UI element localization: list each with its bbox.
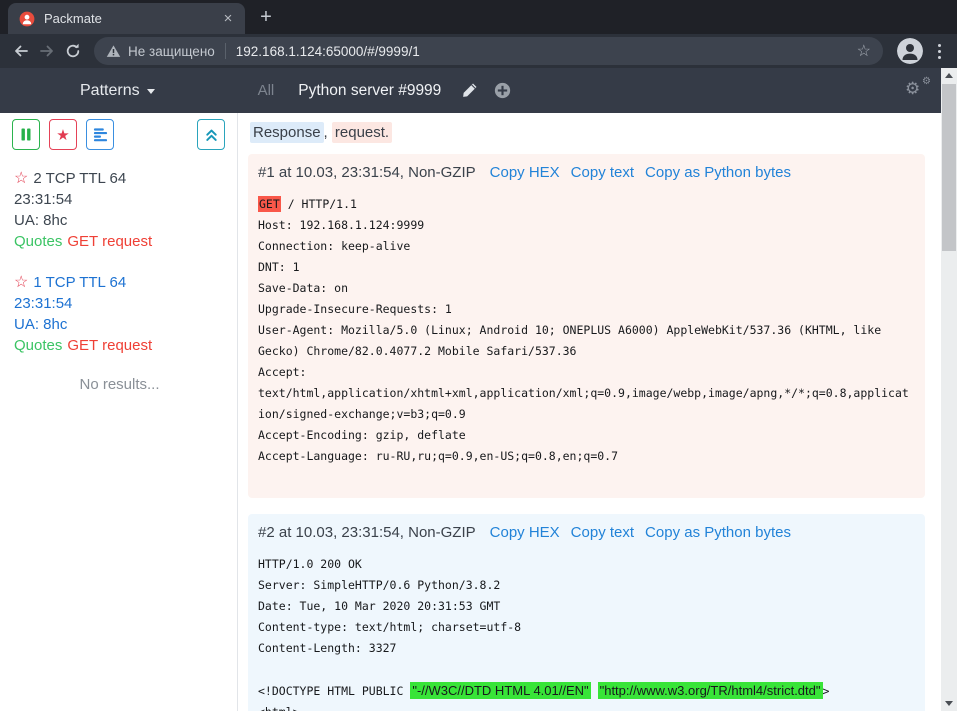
stream-title: ☆2 TCP TTL 64 — [14, 168, 225, 189]
packet-panel-response: #2 at 10.03, 23:31:54, Non-GZIP Copy HEX… — [248, 514, 925, 711]
bookmark-star-icon[interactable]: ☆ — [857, 41, 871, 61]
packet-header: #1 at 10.03, 23:31:54, Non-GZIP Copy HEX… — [258, 164, 915, 181]
favicon — [19, 11, 35, 27]
favorites-filter-button[interactable]: ★ — [49, 119, 77, 150]
scroll-up-arrow[interactable] — [941, 68, 957, 83]
url-divider — [225, 43, 226, 59]
stream-list: ☆2 TCP TTL 64 23:31:54 UA: 8hc Quotes GET… — [0, 150, 237, 393]
stream-entry-selected[interactable]: ☆1 TCP TTL 64 23:31:54 UA: 8hc Quotes GET… — [14, 272, 225, 356]
stream-tags: Quotes GET request — [14, 335, 225, 356]
pattern-tag-get-request: GET request — [67, 233, 152, 250]
gear-icon: ⚙ — [905, 80, 920, 97]
browser-tab-strip: Packmate × + — [0, 0, 957, 34]
page-scrollbar[interactable] — [941, 68, 957, 711]
star-icon: ★ — [56, 126, 69, 144]
triangle-down-icon — [945, 701, 953, 706]
packet-panel-request: #1 at 10.03, 23:31:54, Non-GZIP Copy HEX… — [248, 154, 925, 498]
tab-title: Packmate — [44, 11, 219, 26]
app-navbar: Patterns All Python server #9999 ⚙ ⚙ — [0, 68, 941, 113]
stream-title: ☆1 TCP TTL 64 — [14, 272, 225, 293]
content: ★ — [0, 113, 941, 711]
copy-text-link[interactable]: Copy text — [571, 164, 634, 181]
filter-tab-active-pattern[interactable]: Python server #9999 — [298, 82, 441, 100]
plus-circle-icon — [494, 82, 511, 99]
new-tab-button[interactable]: + — [254, 6, 278, 30]
back-arrow-icon — [12, 42, 30, 60]
copy-hex-link[interactable]: Copy HEX — [490, 524, 560, 541]
pattern-tag-quotes: Quotes — [14, 337, 62, 354]
reload-icon — [64, 42, 82, 60]
security-warning-icon[interactable] — [106, 44, 121, 58]
pattern-tag-quotes: Quotes — [14, 233, 62, 250]
no-results-label: No results... — [14, 376, 225, 393]
triangle-up-icon — [945, 73, 953, 78]
browser-toolbar: Не защищено 192.168.1.124:65000/#/9999/1… — [0, 34, 957, 68]
browser-menu-button[interactable] — [929, 38, 949, 64]
edit-pattern-button[interactable] — [461, 82, 478, 99]
collapse-sidebar-button[interactable] — [197, 119, 225, 150]
sidebar-controls: ★ — [0, 119, 237, 150]
url-text: 192.168.1.124:65000/#/9999/1 — [236, 44, 420, 59]
forward-button[interactable] — [34, 38, 60, 64]
address-bar[interactable]: Не защищено 192.168.1.124:65000/#/9999/1… — [94, 37, 883, 65]
reload-button[interactable] — [60, 38, 86, 64]
copy-python-bytes-link[interactable]: Copy as Python bytes — [645, 524, 791, 541]
stream-ua: UA: 8hc — [14, 210, 225, 231]
back-button[interactable] — [8, 38, 34, 64]
stream-time: 23:31:54 — [14, 293, 225, 314]
chevron-down-icon — [147, 89, 155, 94]
stream-legend: Response, request. — [250, 124, 925, 141]
pencil-icon — [461, 82, 478, 99]
packet-body: HTTP/1.0 200 OKServer: SimpleHTTP/0.6 Py… — [258, 554, 915, 711]
forward-arrow-icon — [38, 42, 56, 60]
browser-tab[interactable]: Packmate × — [8, 3, 245, 34]
settings-button[interactable]: ⚙ ⚙ — [905, 78, 931, 104]
stream-tags: Quotes GET request — [14, 231, 225, 252]
security-label: Не защищено — [128, 44, 215, 59]
chevrons-up-icon — [204, 127, 219, 143]
list-filter-button[interactable] — [86, 119, 114, 150]
page: Patterns All Python server #9999 ⚙ ⚙ — [0, 68, 957, 711]
pause-capture-button[interactable] — [12, 119, 40, 150]
align-left-icon — [93, 127, 108, 142]
scrollbar-thumb[interactable] — [942, 84, 956, 251]
stream-time: 23:31:54 — [14, 189, 225, 210]
packet-title: #1 at 10.03, 23:31:54, Non-GZIP — [258, 164, 476, 181]
main-panel: Response, request. #1 at 10.03, 23:31:54… — [238, 113, 941, 711]
copy-hex-link[interactable]: Copy HEX — [490, 164, 560, 181]
gear-small-icon: ⚙ — [922, 77, 931, 87]
patterns-dropdown[interactable]: Patterns — [80, 82, 155, 100]
pattern-tag-get-request: GET request — [67, 337, 152, 354]
sidebar: ★ — [0, 113, 238, 711]
close-tab-icon[interactable]: × — [219, 10, 237, 28]
copy-text-link[interactable]: Copy text — [571, 524, 634, 541]
packet-header: #2 at 10.03, 23:31:54, Non-GZIP Copy HEX… — [258, 524, 915, 541]
add-pattern-button[interactable] — [494, 82, 511, 99]
copy-python-bytes-link[interactable]: Copy as Python bytes — [645, 164, 791, 181]
pause-icon — [20, 128, 32, 141]
stream-ua: UA: 8hc — [14, 314, 225, 335]
scroll-down-arrow[interactable] — [941, 696, 957, 711]
packet-title: #2 at 10.03, 23:31:54, Non-GZIP — [258, 524, 476, 541]
favorite-star-icon[interactable]: ☆ — [14, 274, 28, 291]
packet-body: GET / HTTP/1.1Host: 192.168.1.124:9999Co… — [258, 194, 915, 488]
favorite-star-icon[interactable]: ☆ — [14, 170, 28, 187]
stream-entry[interactable]: ☆2 TCP TTL 64 23:31:54 UA: 8hc Quotes GET… — [14, 168, 225, 252]
profile-avatar[interactable] — [897, 38, 923, 64]
filter-tab-all[interactable]: All — [258, 82, 275, 99]
patterns-label: Patterns — [80, 82, 140, 100]
